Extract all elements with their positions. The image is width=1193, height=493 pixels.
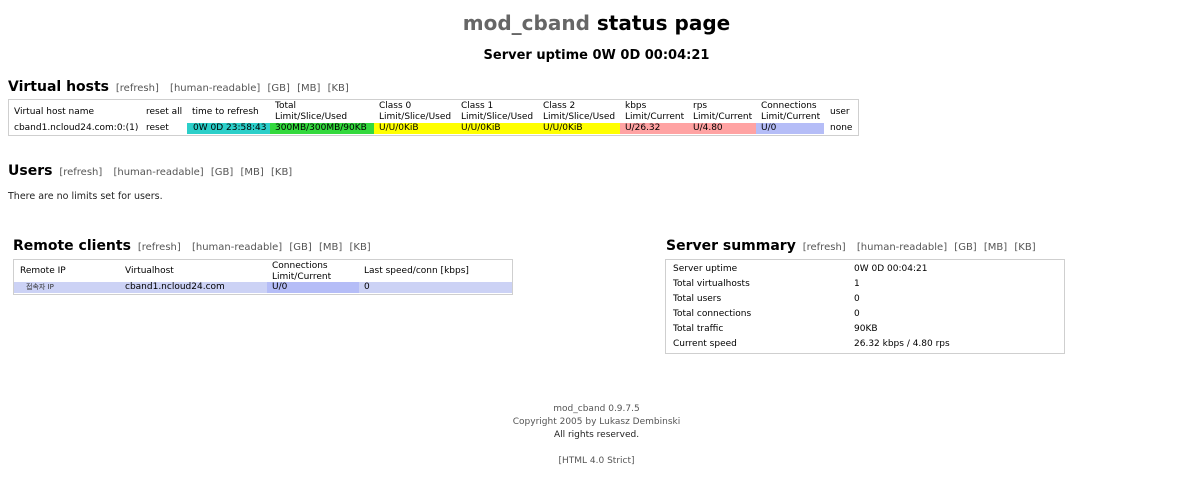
summary-kb-link[interactable]: [KB] <box>1014 242 1035 253</box>
col-vhost-name: Virtual host name <box>14 107 95 117</box>
clients-human-readable-link[interactable]: [human-readable] <box>192 242 282 253</box>
summary-refresh-link[interactable]: [refresh] <box>803 242 846 253</box>
col-rps: rps Limit/Current <box>693 101 753 122</box>
vhosts-kb-link[interactable]: [KB] <box>328 83 349 94</box>
summary-mb-link[interactable]: [MB] <box>984 242 1007 253</box>
remote-clients-title: Remote clients <box>13 238 131 254</box>
col-time-to-refresh: time to refresh <box>192 107 259 117</box>
reset-all-link[interactable]: reset all <box>146 107 182 118</box>
footer-rights: All rights reserved. <box>553 430 640 440</box>
clients-refresh-link[interactable]: [refresh] <box>138 242 181 253</box>
summary-value: 0W 0D 00:04:21 <box>854 264 928 274</box>
summary-label: Total users <box>673 294 722 304</box>
col-virtualhost: Virtualhost <box>125 266 174 276</box>
server-summary-table: Server uptime 0W 0D 00:04:21 Total virtu… <box>665 259 1065 354</box>
footer: mod_cband 0.9.7.5 Copyright 2005 by Luka… <box>0 403 1193 442</box>
table-row: 접속자 IP cband1.ncloud24.com U/0 0 <box>14 282 512 293</box>
vhost-name: cband1.ncloud24.com:0:(1) <box>14 123 139 133</box>
class0-value: U/U/0KiB <box>379 123 419 133</box>
col-class0: Class 0 Limit/Slice/Used <box>379 101 452 122</box>
summary-label: Total virtualhosts <box>673 279 750 289</box>
summary-label: Server uptime <box>673 264 738 274</box>
summary-value: 90KB <box>854 324 878 334</box>
users-refresh-link[interactable]: [refresh] <box>59 167 102 178</box>
col-class1: Class 1 Limit/Slice/Used <box>461 101 534 122</box>
users-title: Users <box>8 163 53 179</box>
col-class2: Class 2 Limit/Slice/Used <box>543 101 616 122</box>
users-empty-message: There are no limits set for users. <box>8 191 163 202</box>
summary-gb-link[interactable]: [GB] <box>954 242 976 253</box>
virtual-hosts-table: Virtual host name reset all time to refr… <box>8 99 859 136</box>
reset-link[interactable]: reset <box>146 123 169 134</box>
footer-copyright: Copyright 2005 by Lukasz Dembinski <box>512 417 681 427</box>
html-strict-link[interactable]: [HTML 4.0 Strict] <box>0 455 1193 468</box>
col-client-connections: Connections Limit/Current <box>272 261 332 282</box>
virtual-hosts-heading: Virtual hosts [refresh] [human-readable]… <box>8 79 349 95</box>
time-to-refresh-value: 0W 0D 23:58:43 <box>193 123 267 133</box>
users-gb-link[interactable]: [GB] <box>211 167 233 178</box>
kbps-value: U/26.32 <box>625 123 661 133</box>
vhosts-mb-link[interactable]: [MB] <box>297 83 320 94</box>
col-total: Total Limit/Slice/Used <box>275 101 348 122</box>
vhosts-refresh-link[interactable]: [refresh] <box>116 83 159 94</box>
col-remote-ip: Remote IP <box>20 266 66 276</box>
server-uptime-line: Server uptime 0W 0D 00:04:21 <box>483 48 710 63</box>
client-speed: 0 <box>364 282 370 292</box>
total-value: 300MB/300MB/90KB <box>275 123 367 133</box>
title-mod: mod_cband <box>462 11 590 35</box>
users-human-readable-link[interactable]: [human-readable] <box>113 167 203 178</box>
users-mb-link[interactable]: [MB] <box>241 167 264 178</box>
remote-clients-heading: Remote clients [refresh] [human-readable… <box>13 238 371 254</box>
clients-kb-link[interactable]: [KB] <box>349 242 370 253</box>
server-summary-heading: Server summary [refresh] [human-readable… <box>666 238 1036 254</box>
client-connections: U/0 <box>272 282 288 292</box>
clients-gb-link[interactable]: [GB] <box>289 242 311 253</box>
vhosts-human-readable-link[interactable]: [human-readable] <box>170 83 260 94</box>
clients-mb-link[interactable]: [MB] <box>319 242 342 253</box>
users-heading: Users [refresh] [human-readable] [GB] [M… <box>8 163 292 179</box>
summary-label: Current speed <box>673 339 737 349</box>
summary-label: Total connections <box>673 309 752 319</box>
client-ip: 접속자 IP <box>26 283 54 291</box>
summary-human-readable-link[interactable]: [human-readable] <box>857 242 947 253</box>
user-value: none <box>830 123 853 133</box>
summary-value: 0 <box>854 294 860 304</box>
rps-value: U/4.80 <box>693 123 723 133</box>
col-last-speed: Last speed/conn [kbps] <box>364 266 469 276</box>
class1-value: U/U/0KiB <box>461 123 501 133</box>
users-kb-link[interactable]: [KB] <box>271 167 292 178</box>
col-user: user <box>830 107 850 117</box>
vhosts-gb-link[interactable]: [GB] <box>267 83 289 94</box>
table-row: cband1.ncloud24.com:0:(1) reset 0W 0D 23… <box>9 123 858 134</box>
col-connections: Connections Limit/Current <box>761 101 821 122</box>
summary-value: 26.32 kbps / 4.80 rps <box>854 339 950 349</box>
summary-value: 1 <box>854 279 860 289</box>
virtual-hosts-title: Virtual hosts <box>8 79 110 95</box>
class2-value: U/U/0KiB <box>543 123 583 133</box>
connections-value: U/0 <box>761 123 777 133</box>
col-kbps: kbps Limit/Current <box>625 101 685 122</box>
remote-clients-table: Remote IP Virtualhost Connections Limit/C… <box>13 259 513 295</box>
summary-label: Total traffic <box>673 324 724 334</box>
client-vhost: cband1.ncloud24.com <box>125 282 225 292</box>
summary-value: 0 <box>854 309 860 319</box>
footer-version: mod_cband 0.9.7.5 <box>553 404 640 414</box>
page-title: mod_cband status page <box>0 11 1193 35</box>
server-summary-title: Server summary <box>666 238 796 254</box>
title-rest: status page <box>596 11 731 35</box>
